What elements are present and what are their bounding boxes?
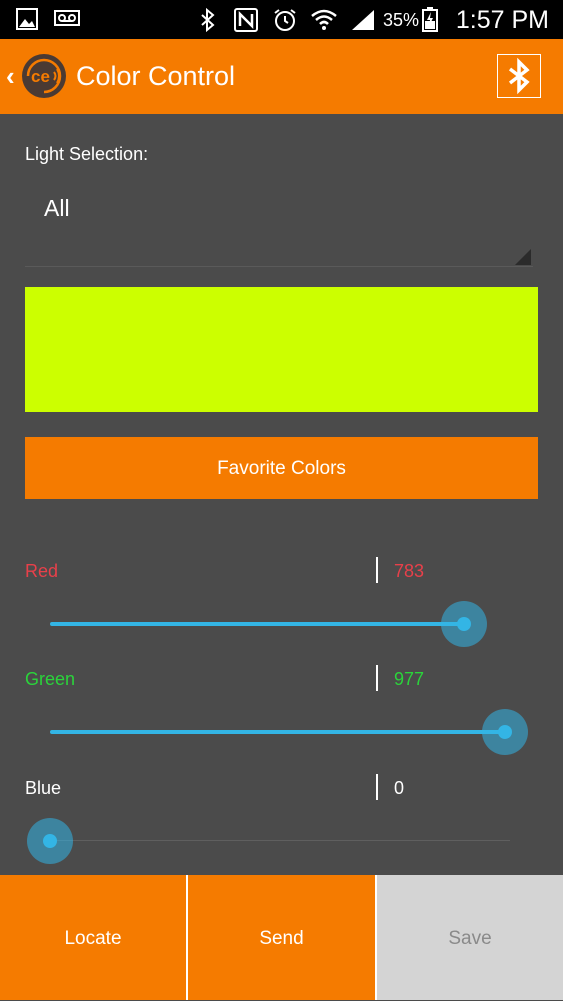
app-logo[interactable]: ce (20, 52, 68, 100)
green-slider[interactable] (50, 708, 528, 756)
slider-track-empty (50, 840, 510, 841)
send-button[interactable]: Send (188, 875, 375, 1000)
bottom-button-bar: Locate Send Save (0, 875, 563, 1000)
slider-track-filled (50, 622, 464, 626)
image-icon (16, 8, 38, 30)
page-title: Color Control (76, 61, 236, 91)
chevron-left-icon[interactable]: ‹ (6, 61, 15, 92)
voicemail-icon (54, 10, 80, 26)
red-value: 783 (394, 561, 425, 581)
slider-thumb[interactable] (498, 725, 512, 739)
battery-icon (422, 7, 438, 32)
save-button[interactable]: Save (377, 875, 563, 1000)
battery-percent: 35% (383, 10, 420, 30)
action-bar: ‹ ce Color Control (0, 39, 563, 114)
color-preview (25, 287, 538, 412)
status-bar: 35% 1:57 PM (0, 0, 563, 39)
logo-text: ce (31, 67, 50, 86)
blue-divider (376, 774, 378, 800)
bluetooth-icon (201, 8, 215, 32)
light-selection-value: All (44, 195, 70, 221)
favorite-colors-button[interactable]: Favorite Colors (25, 437, 538, 499)
light-selection-dropdown[interactable]: All (25, 185, 533, 267)
slider-thumb[interactable] (43, 834, 57, 848)
red-slider[interactable] (50, 600, 510, 648)
dropdown-caret-icon (515, 249, 531, 265)
blue-value: 0 (394, 778, 405, 798)
clock: 1:57 PM (455, 6, 549, 34)
slider-track-filled (50, 730, 505, 734)
red-label: Red (25, 561, 59, 581)
dropdown-underline (25, 266, 533, 267)
bluetooth-button[interactable] (497, 54, 541, 98)
signal-icon (352, 10, 374, 30)
wifi-icon (311, 9, 337, 30)
red-divider (376, 557, 378, 583)
green-label: Green (25, 669, 76, 689)
locate-button[interactable]: Locate (0, 875, 186, 1000)
blue-slider[interactable] (27, 817, 510, 865)
blue-label: Blue (25, 778, 62, 798)
nfc-icon (234, 8, 258, 32)
slider-thumb[interactable] (457, 617, 471, 631)
light-selection-label: Light Selection: (25, 144, 149, 164)
bluetooth-icon (508, 57, 530, 95)
green-divider (376, 665, 378, 691)
alarm-icon (274, 9, 296, 31)
green-value: 977 (394, 669, 425, 689)
